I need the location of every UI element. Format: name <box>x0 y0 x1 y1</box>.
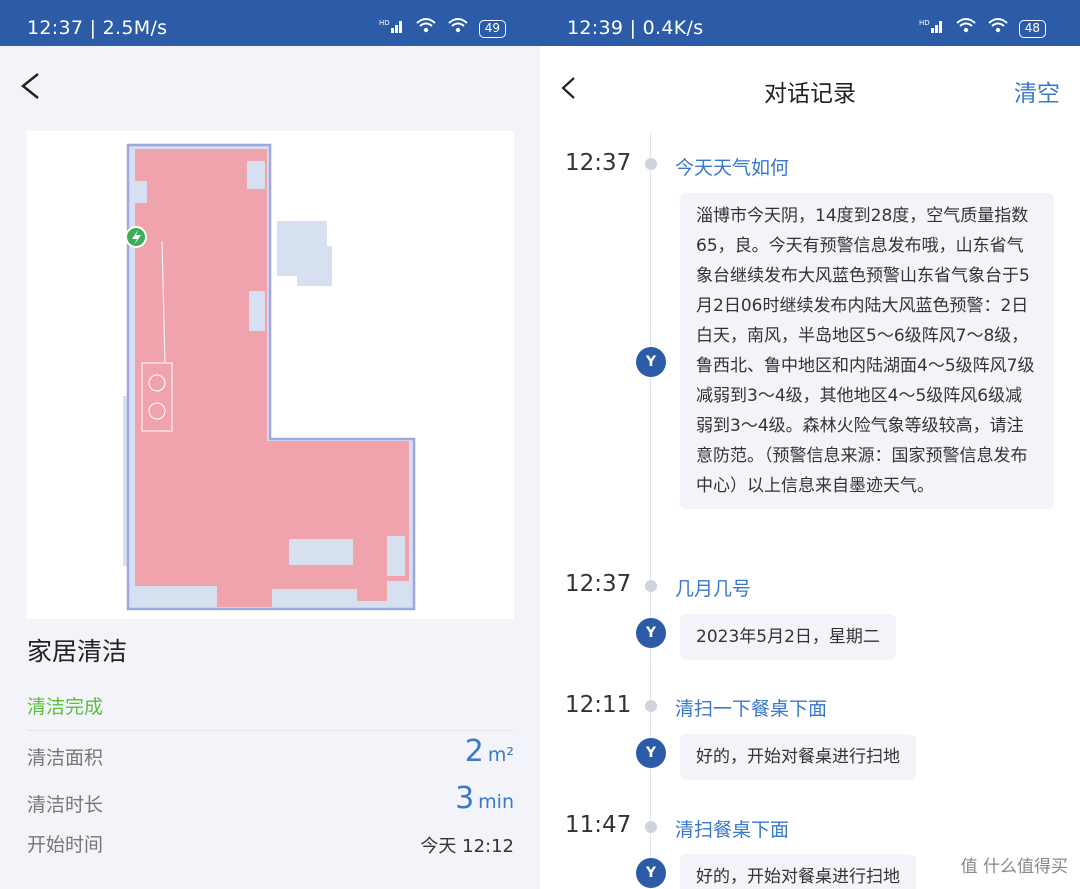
user-question: 清扫餐桌下面 <box>675 819 790 841</box>
timeline-dot <box>645 158 657 170</box>
cleaning-report-panel: 12:37 | 2.5M/s HD 49 家居清洁 清洁完成 清洁面积 2 m²… <box>0 0 540 889</box>
cleaning-area-map <box>123 143 416 611</box>
svg-text:HD: HD <box>379 19 390 27</box>
stat-start-label: 开始时间 <box>27 834 104 856</box>
page-title: 对话记录 <box>764 81 856 107</box>
map-uncleaned-area <box>297 246 332 286</box>
timeline-dot <box>645 821 657 833</box>
conversation-time: 12:37 <box>565 150 632 176</box>
stat-area-label: 清洁面积 <box>27 747 104 769</box>
assistant-avatar-icon: Y <box>636 738 666 768</box>
user-question: 今天天气如何 <box>675 157 790 179</box>
timeline-dot <box>645 700 657 712</box>
map-obstacle <box>247 161 265 189</box>
clear-button[interactable]: 清空 <box>1014 74 1060 108</box>
user-question: 清扫一下餐桌下面 <box>675 698 828 720</box>
cleaning-status: 清洁完成 <box>27 696 104 718</box>
status-icons: HD 49 <box>379 17 506 40</box>
watermark: 值 什么值得买 <box>960 857 1068 877</box>
assistant-avatar-icon: Y <box>636 347 666 377</box>
hd-signal-icon: HD <box>919 17 945 40</box>
user-question: 几月几号 <box>675 578 752 600</box>
assistant-reply: 好的，开始对餐桌进行扫地 <box>680 854 916 889</box>
assistant-reply: 淄博市今天阴，14度到28度，空气质量指数65，良。今天有预警信息发布哦，山东省… <box>680 193 1054 509</box>
battery-indicator: 49 <box>478 19 506 38</box>
assistant-reply: 好的，开始对餐桌进行扫地 <box>680 734 916 780</box>
conversation-log-panel: 12:39 | 0.4K/s HD 48 对话记录 清空 12:37 今天天气如… <box>540 0 1080 889</box>
map-obstacle <box>387 536 405 576</box>
assistant-avatar-icon: Y <box>636 618 666 648</box>
wifi-icon <box>447 17 469 40</box>
map-obstacle <box>289 539 353 565</box>
conversation-time: 11:47 <box>565 812 632 838</box>
svg-text:HD: HD <box>919 19 930 27</box>
status-time: 12:37 | 2.5M/s <box>27 17 168 39</box>
map-cleaned-area <box>135 149 409 607</box>
hd-signal-icon: HD <box>379 17 405 40</box>
conversation-time: 12:37 <box>565 571 632 597</box>
stat-start-value: 今天 12:12 <box>420 836 514 857</box>
divider <box>27 730 514 731</box>
stat-duration-value: 3 min <box>455 781 514 816</box>
assistant-avatar-icon: Y <box>636 858 666 888</box>
map-obstacle <box>249 291 265 331</box>
page-title: 家居清洁 <box>27 637 128 666</box>
timeline-dot <box>645 580 657 592</box>
status-bar: 12:37 | 2.5M/s HD 49 <box>0 0 540 46</box>
timeline-line <box>650 133 651 889</box>
chevron-left-icon <box>20 73 39 99</box>
battery-indicator: 48 <box>1018 19 1046 38</box>
wifi-icon <box>415 17 437 40</box>
status-icons: HD 48 <box>919 17 1046 40</box>
status-time: 12:39 | 0.4K/s <box>567 17 704 39</box>
map-obstacle <box>135 181 147 203</box>
status-bar: 12:39 | 0.4K/s HD 48 <box>540 0 1080 46</box>
wifi-icon <box>955 17 977 40</box>
back-button[interactable] <box>18 70 42 110</box>
stat-area-value: 2 m² <box>464 734 514 769</box>
cleaning-map <box>27 131 514 619</box>
stat-duration-label: 清洁时长 <box>27 794 104 816</box>
assistant-reply: 2023年5月2日，星期二 <box>680 614 896 660</box>
conversation-time: 12:11 <box>565 692 632 718</box>
wifi-icon <box>987 17 1009 40</box>
